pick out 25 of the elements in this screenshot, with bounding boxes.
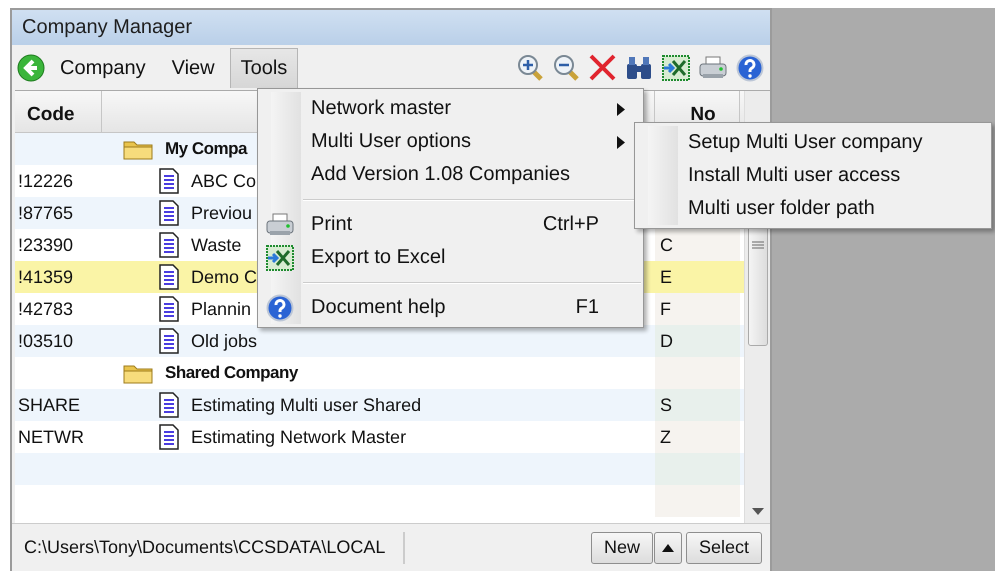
number-cell: C <box>655 229 740 261</box>
code-cell-text: SHARE <box>17 394 80 416</box>
code-cell-text: !87765 <box>17 202 74 224</box>
group-label: My Compa <box>165 139 247 159</box>
name-cell-text: Demo C <box>190 266 258 288</box>
code-cell-text: !23390 <box>17 234 74 256</box>
name-cell-text: Estimating Multi user Shared <box>190 394 422 416</box>
code-cell-text: NETWR <box>17 426 84 448</box>
number-cell: Z <box>655 421 740 453</box>
name-cell-text: Previou <box>190 202 252 224</box>
folder-path: C:\Users\Tony\Documents\CCSDATA\LOCAL <box>24 532 406 564</box>
number-cell: F <box>655 293 740 325</box>
name-cell-text: Estimating Network Master <box>190 426 406 448</box>
name-cell-text: Plannin <box>190 298 252 320</box>
code-cell-text: !12226 <box>17 170 74 192</box>
name-cell-text: Old jobs <box>190 330 258 352</box>
window-title: Company Manager <box>12 10 770 45</box>
number-cell: S <box>655 389 740 421</box>
number-cell: D <box>655 325 740 357</box>
code-cell-text: !41359 <box>17 266 74 288</box>
name-cell-text: Waste <box>190 234 242 256</box>
code-cell-text: !03510 <box>17 330 74 352</box>
code-cell-text: !42783 <box>17 298 74 320</box>
name-cell-text: ABC Co <box>190 170 256 192</box>
group-label: Shared Company <box>165 363 298 383</box>
